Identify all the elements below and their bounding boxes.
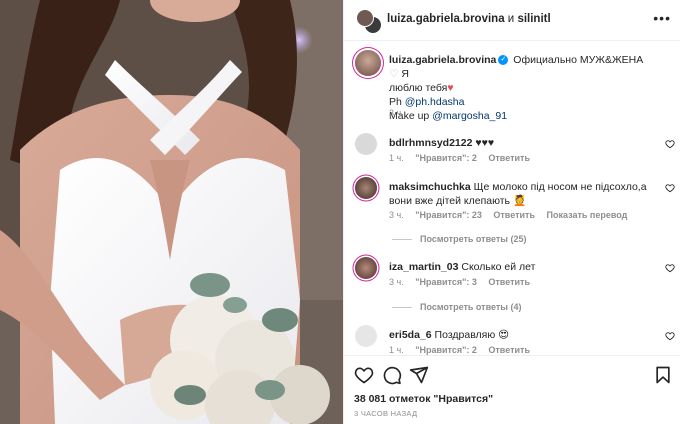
post-age[interactable]: 3 ЧАСОВ НАЗАД: [354, 409, 417, 418]
share-icon[interactable]: [409, 365, 429, 385]
post-side-panel: luiza.gabriela.brovina и silinitl ••• lu…: [343, 0, 680, 424]
comment-body: iza_martin_03 Сколько ей лет: [389, 260, 654, 274]
heart-icon[interactable]: [665, 331, 675, 341]
photo-illustration: [0, 0, 343, 424]
author-avatar[interactable]: [356, 9, 374, 27]
caption-line2: люблю тебя: [389, 82, 448, 94]
comment-avatar[interactable]: [355, 257, 377, 279]
bookmark-icon[interactable]: [653, 365, 673, 385]
caption-line1: Официально МУЖ&ЖЕНА: [513, 54, 644, 66]
comment-text: Сколько ей лет: [461, 261, 536, 273]
comment-likes-count[interactable]: "Нравится": 23: [415, 210, 482, 220]
comment-text: ♥♥♥: [475, 137, 495, 149]
post-actions-footer: 38 081 отметок "Нравится" 3 ЧАСОВ НАЗАД: [344, 355, 680, 424]
comment-avatar[interactable]: [355, 325, 377, 347]
caption-time[interactable]: 3 ч.: [389, 108, 404, 118]
comment-time[interactable]: 3 ч.: [389, 277, 404, 287]
like-heart-icon[interactable]: [354, 365, 374, 385]
comment-meta: 1 ч. "Нравится": 2 Ответить: [389, 153, 539, 163]
post-authors: luiza.gabriela.brovina и silinitl: [387, 13, 551, 25]
comment-username[interactable]: bdlrhmnsyd2122: [389, 137, 472, 149]
comment-icon[interactable]: [382, 365, 402, 385]
verified-icon: ✓: [498, 55, 509, 66]
reply-button[interactable]: Ответить: [488, 277, 530, 287]
coauthor-username[interactable]: silinitl: [517, 13, 550, 25]
comment-meta: 1 ч. "Нравится": 2 Ответить: [389, 345, 539, 355]
comment-time[interactable]: 1 ч.: [389, 153, 404, 163]
comment-username[interactable]: eri5da_6: [389, 329, 432, 341]
red-heart-emoji: ♥: [447, 82, 454, 94]
heart-icon[interactable]: [665, 263, 675, 273]
comment-time[interactable]: 3 ч.: [389, 210, 404, 220]
caption-author-avatar[interactable]: [355, 50, 381, 76]
reply-button[interactable]: Ответить: [493, 210, 535, 220]
white-heart-emoji: ♡: [389, 68, 399, 80]
comment-likes-count[interactable]: "Нравится": 3: [415, 277, 477, 287]
comment-username[interactable]: maksimchuchka: [389, 181, 471, 193]
comment-time[interactable]: 1 ч.: [389, 345, 404, 355]
caption-line1b: Я: [401, 68, 409, 80]
authors-joiner: и: [507, 13, 515, 25]
comment-username[interactable]: iza_martin_03: [389, 261, 458, 273]
comment-body: bdlrhmnsyd2122 ♥♥♥: [389, 136, 654, 150]
comment-likes-count[interactable]: "Нравится": 2: [415, 345, 477, 355]
author-username[interactable]: luiza.gabriela.brovina: [387, 13, 505, 25]
view-replies-button[interactable]: Посмотреть ответы (25): [392, 234, 526, 244]
comment-likes-count[interactable]: "Нравится": 2: [415, 153, 477, 163]
comment-avatar[interactable]: [355, 177, 377, 199]
caption-author[interactable]: luiza.gabriela.brovina: [389, 54, 496, 66]
ph-label: Ph: [389, 96, 402, 108]
post-photo[interactable]: [0, 0, 343, 424]
comment-meta: 3 ч. "Нравится": 23 Ответить Показать пе…: [389, 210, 636, 220]
instagram-post-view: luiza.gabriela.brovina и silinitl ••• lu…: [0, 0, 680, 424]
comment-body: eri5da_6 Поздравляю 😍: [389, 328, 654, 342]
post-header: luiza.gabriela.brovina и silinitl •••: [344, 0, 680, 41]
view-replies-button[interactable]: Посмотреть ответы (4): [392, 302, 521, 312]
comment-avatar[interactable]: [355, 133, 377, 155]
more-options-icon[interactable]: •••: [653, 10, 671, 26]
comment-meta: 3 ч. "Нравится": 3 Ответить: [389, 277, 539, 287]
show-translation-button[interactable]: Показать перевод: [547, 210, 628, 220]
comment-body: maksimchuchka Ще молоко під носом не під…: [389, 180, 654, 208]
post-caption: luiza.gabriela.brovina ✓ Официально МУЖ&Ж…: [389, 53, 649, 123]
comments-scroll-area[interactable]: luiza.gabriela.brovina ✓ Официально МУЖ&Ж…: [344, 41, 680, 355]
makeup-mention-link[interactable]: @margosha_91: [432, 110, 507, 122]
reply-button[interactable]: Ответить: [488, 345, 530, 355]
reply-button[interactable]: Ответить: [488, 153, 530, 163]
ph-mention-link[interactable]: @ph.hdasha: [405, 96, 465, 108]
comment-text: Поздравляю 😍: [434, 329, 510, 341]
heart-icon[interactable]: [665, 183, 675, 193]
heart-icon[interactable]: [665, 139, 675, 149]
likes-count[interactable]: 38 081 отметок "Нравится": [354, 393, 493, 405]
